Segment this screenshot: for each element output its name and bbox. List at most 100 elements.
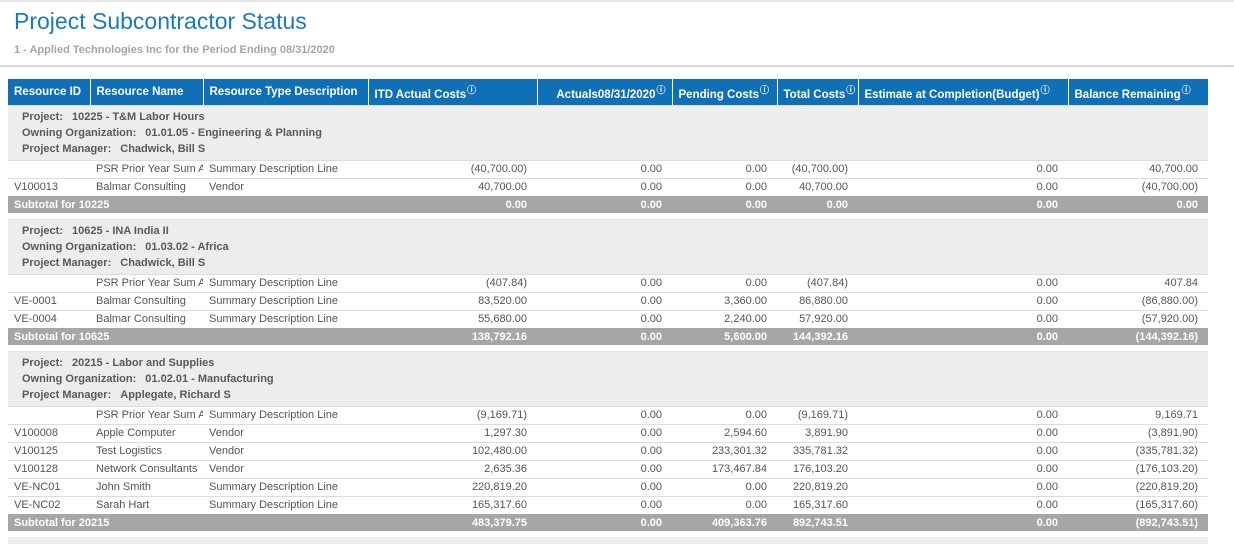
- subtotal-row: Subtotal for 20215483,379.750.00409,363.…: [8, 514, 1208, 531]
- amount-cell: 0.00: [858, 460, 1068, 478]
- amount-cell: 86,880.00: [777, 292, 858, 310]
- info-icon[interactable]: ⓘ: [1182, 85, 1191, 95]
- amount-cell: 40,700.00: [777, 178, 858, 196]
- subtotal-amount-cell: 0.00: [537, 196, 672, 213]
- resource-name-cell: Balmar Consulting: [90, 310, 203, 328]
- project-line-label: Project:: [22, 111, 63, 123]
- amount-cell: (9,169.71): [368, 406, 537, 424]
- amount-cell: 0.00: [858, 406, 1068, 424]
- column-header-actuals08-31-2020: Actuals08/31/2020ⓘ: [537, 79, 672, 105]
- amount-cell: 0.00: [672, 160, 777, 178]
- resource-type-cell: Summary Description Line: [203, 310, 368, 328]
- project-manager-line-label: Project Manager:: [22, 257, 111, 269]
- table-row: V100128Network ConsultantsVendor2,635.36…: [8, 460, 1208, 478]
- amount-cell: 102,480.00: [368, 442, 537, 460]
- table-row: VE-NC01John SmithSummary Description Lin…: [8, 478, 1208, 496]
- amount-cell: 1,297.30: [368, 424, 537, 442]
- subcontractor-status-table: Resource IDResource NameResource Type De…: [8, 79, 1208, 544]
- amount-cell: 0.00: [537, 478, 672, 496]
- amount-cell: 9,169.71: [1068, 406, 1208, 424]
- resource-name-cell: Apple Computer: [90, 424, 203, 442]
- amount-cell: 2,240.00: [672, 310, 777, 328]
- bottom-strip: [8, 537, 1208, 544]
- resource-id-cell: [8, 160, 90, 178]
- resource-id-cell: V100008: [8, 424, 90, 442]
- project-line-value: 10625 - INA India II: [72, 225, 169, 237]
- amount-cell: (57,920.00): [1068, 310, 1208, 328]
- project-manager-line: Project Manager:Chadwick, Bill S: [22, 141, 1208, 157]
- amount-cell: 173,467.84: [672, 460, 777, 478]
- amount-cell: (40,700.00): [368, 160, 537, 178]
- resource-type-cell: Summary Description Line: [203, 292, 368, 310]
- project-manager-line-value: Chadwick, Bill S: [120, 257, 205, 269]
- table-row: PSR Prior Year Sum AdjSummary Descriptio…: [8, 160, 1208, 178]
- subtotal-label: Subtotal for 20215: [8, 514, 368, 531]
- subtotal-amount-cell: 0.00: [537, 328, 672, 345]
- resource-name-cell: Test Logistics: [90, 442, 203, 460]
- resource-id-cell: VE-NC01: [8, 478, 90, 496]
- column-header-label: Estimate at Completion(Budget): [865, 89, 1040, 101]
- table-row: V100008Apple ComputerVendor1,297.300.002…: [8, 424, 1208, 442]
- column-header-label: Pending Costs: [679, 89, 760, 101]
- info-icon[interactable]: ⓘ: [760, 85, 769, 95]
- amount-cell: 0.00: [672, 478, 777, 496]
- owning-organization-line-value: 01.02.01 - Manufacturing: [145, 373, 273, 385]
- table-row: VE-NC02Sarah HartSummary Description Lin…: [8, 496, 1208, 514]
- amount-cell: 0.00: [672, 178, 777, 196]
- resource-name-cell: PSR Prior Year Sum Adj: [90, 406, 203, 424]
- amount-cell: 165,317.60: [368, 496, 537, 514]
- resource-id-cell: V100013: [8, 178, 90, 196]
- column-header-resource-type-description: Resource Type Description: [203, 79, 368, 105]
- owning-organization-line-value: 01.03.02 - Africa: [145, 241, 228, 253]
- amount-cell: 0.00: [537, 406, 672, 424]
- info-icon[interactable]: ⓘ: [467, 85, 476, 95]
- info-icon[interactable]: ⓘ: [1041, 85, 1050, 95]
- table-row: VE-0001Balmar ConsultingSummary Descript…: [8, 292, 1208, 310]
- column-header-pending-costs: Pending Costsⓘ: [672, 79, 777, 105]
- amount-cell: (40,700.00): [1068, 178, 1208, 196]
- resource-type-cell: Vendor: [203, 178, 368, 196]
- project-line: Project:10225 - T&M Labor Hours: [22, 109, 1208, 125]
- subtotal-label: Subtotal for 10225: [8, 196, 368, 213]
- resource-type-cell: Summary Description Line: [203, 478, 368, 496]
- amount-cell: 0.00: [858, 274, 1068, 292]
- amount-cell: 0.00: [858, 478, 1068, 496]
- resource-type-cell: Summary Description Line: [203, 160, 368, 178]
- resource-id-cell: [8, 406, 90, 424]
- resource-id-cell: VE-0004: [8, 310, 90, 328]
- resource-name-cell: PSR Prior Year Sum Adj: [90, 274, 203, 292]
- amount-cell: 40,700.00: [1068, 160, 1208, 178]
- owning-organization-line-value: 01.01.05 - Engineering & Planning: [145, 127, 322, 139]
- subtotal-label: Subtotal for 10625: [8, 328, 368, 345]
- subtotal-amount-cell: 0.00: [368, 196, 537, 213]
- info-icon[interactable]: ⓘ: [656, 85, 665, 95]
- amount-cell: (3,891.90): [1068, 424, 1208, 442]
- amount-cell: 220,819.20: [368, 478, 537, 496]
- amount-cell: 0.00: [858, 424, 1068, 442]
- amount-cell: 2,594.60: [672, 424, 777, 442]
- subtotal-amount-cell: 0.00: [672, 196, 777, 213]
- column-header-itd-actual-costs: ITD Actual Costsⓘ: [368, 79, 537, 105]
- resource-name-cell: John Smith: [90, 478, 203, 496]
- amount-cell: 0.00: [537, 496, 672, 514]
- column-header-resource-id: Resource ID: [8, 79, 90, 105]
- amount-cell: 407.84: [1068, 274, 1208, 292]
- amount-cell: 83,520.00: [368, 292, 537, 310]
- info-icon[interactable]: ⓘ: [846, 85, 855, 95]
- owning-organization-line: Owning Organization:01.01.05 - Engineeri…: [22, 125, 1208, 141]
- subtotal-amount-cell: 0.00: [1068, 196, 1208, 213]
- amount-cell: 40,700.00: [368, 178, 537, 196]
- project-line-label: Project:: [22, 357, 63, 369]
- amount-cell: (9,169.71): [777, 406, 858, 424]
- header-divider: [0, 65, 1234, 67]
- project-line-value: 20215 - Labor and Supplies: [72, 357, 214, 369]
- amount-cell: 3,360.00: [672, 292, 777, 310]
- column-header-total-costs: Total Costsⓘ: [777, 79, 858, 105]
- table-row: PSR Prior Year Sum AdjSummary Descriptio…: [8, 274, 1208, 292]
- column-header-label: Balance Remaining: [1075, 89, 1181, 101]
- owning-organization-line: Owning Organization:01.03.02 - Africa: [22, 239, 1208, 255]
- project-manager-line-value: Applegate, Richard S: [120, 389, 231, 401]
- project-manager-line-label: Project Manager:: [22, 389, 111, 401]
- column-header-balance-remaining: Balance Remainingⓘ: [1068, 79, 1208, 105]
- subtotal-amount-cell: 0.00: [858, 196, 1068, 213]
